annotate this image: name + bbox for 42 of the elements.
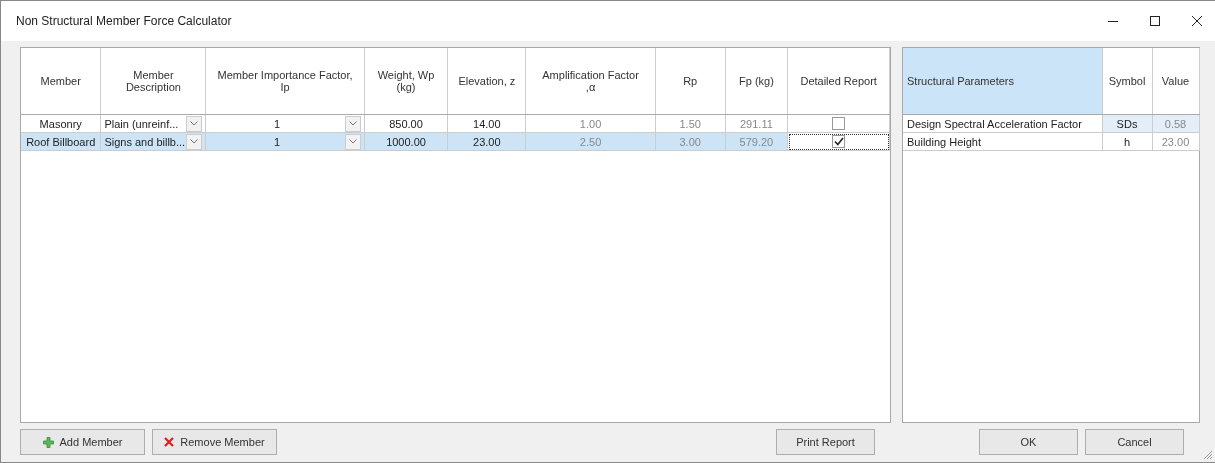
column-header[interactable]: Value — [1152, 48, 1199, 115]
table-cell: 23.00 — [1152, 132, 1199, 151]
column-header[interactable]: Elevation, z — [447, 48, 526, 115]
x-icon — [164, 437, 175, 447]
print-report-button[interactable]: Print Report — [776, 429, 875, 455]
column-header[interactable]: Fp (kg) — [725, 48, 788, 115]
column-header[interactable]: Rp — [655, 48, 726, 115]
chevron-down-icon[interactable] — [348, 121, 357, 126]
window-title: Non Structural Member Force Calculator — [16, 14, 232, 28]
column-header[interactable]: Symbol — [1102, 48, 1152, 115]
chevron-down-icon[interactable] — [190, 121, 199, 126]
checkbox[interactable] — [832, 135, 846, 149]
close-icon[interactable] — [1191, 15, 1203, 27]
chevron-down-icon[interactable] — [190, 139, 199, 144]
column-header[interactable]: Member Importance Factor, Ip — [205, 48, 365, 115]
column-header[interactable]: Structural Parameters — [903, 48, 1102, 115]
maximize-icon[interactable] — [1149, 15, 1161, 27]
table-cell: Design Spectral Acceleration Factor — [903, 114, 1102, 133]
table-cell: 1.50 — [655, 114, 726, 133]
table-cell: 1.00 — [525, 114, 656, 133]
table-cell: 14.00 — [447, 114, 526, 133]
column-header[interactable]: Amplification Factor ,α — [525, 48, 656, 115]
chevron-down-icon[interactable] — [348, 139, 357, 144]
checkbox[interactable] — [832, 117, 846, 131]
add-button[interactable]: Add Member — [20, 429, 145, 455]
remove-button[interactable]: Remove Member — [152, 429, 277, 455]
table-cell: Masonry — [21, 114, 101, 133]
table-cell: 850.00 — [364, 114, 448, 133]
table-cell: h — [1102, 132, 1152, 151]
table-cell: 291.11 — [725, 114, 788, 133]
dropdown-cell[interactable]: Plain (unreinf... — [100, 114, 206, 133]
dropdown-cell[interactable]: 1 — [205, 114, 365, 133]
dialog-button[interactable]: OK — [979, 429, 1078, 455]
column-header[interactable]: Detailed Report — [787, 48, 890, 115]
checkbox-cell[interactable] — [787, 114, 890, 133]
column-header[interactable]: Member — [21, 48, 101, 115]
table-cell: Building Height — [903, 132, 1102, 151]
resize-grip-icon[interactable] — [1203, 450, 1213, 460]
column-header[interactable]: Member Description — [100, 48, 206, 115]
column-header[interactable]: Weight, Wp (kg) — [364, 48, 448, 115]
plus-icon — [42, 436, 54, 448]
dialog-button[interactable]: Cancel — [1085, 429, 1184, 455]
